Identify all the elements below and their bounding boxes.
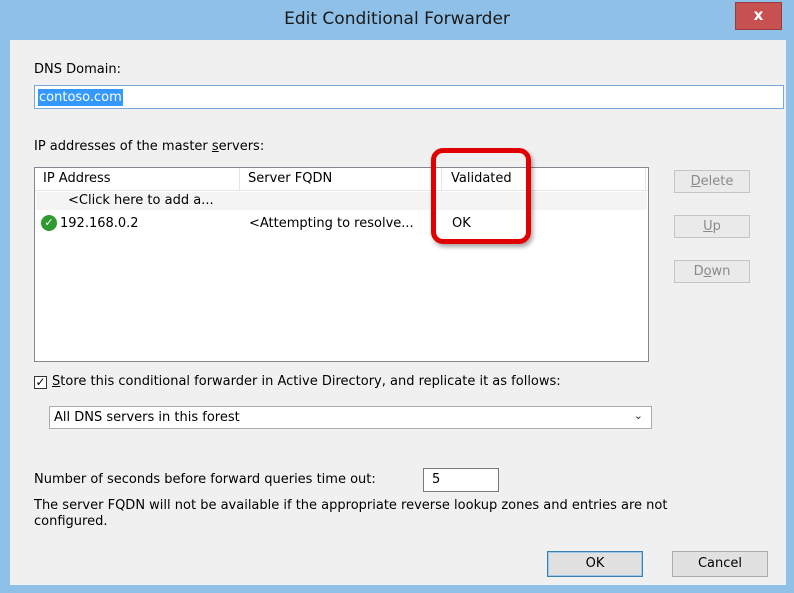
master-servers-label: IP addresses of the master servers: bbox=[34, 139, 265, 154]
chevron-down-icon[interactable]: ⌄ bbox=[634, 409, 643, 422]
column-divider[interactable] bbox=[645, 168, 646, 190]
check-circle-icon: ✓ bbox=[41, 215, 57, 231]
dns-domain-value: contoso.com bbox=[38, 89, 123, 106]
down-button[interactable]: Down bbox=[674, 260, 750, 283]
up-button[interactable]: Up bbox=[674, 215, 750, 238]
close-button[interactable]: x bbox=[735, 2, 782, 30]
timeout-input[interactable]: 5 bbox=[423, 468, 499, 492]
add-row-label: <Click here to add a... bbox=[68, 193, 214, 208]
column-header-ip-address[interactable]: IP Address bbox=[43, 171, 111, 186]
add-row-placeholder[interactable]: <Click here to add a... bbox=[36, 192, 647, 210]
store-in-ad-label[interactable]: Store this conditional forwarder in Acti… bbox=[52, 374, 561, 389]
dns-domain-input[interactable]: contoso.com bbox=[34, 85, 784, 109]
master-servers-list[interactable]: IP Address Server FQDN Validated <Click … bbox=[34, 167, 649, 362]
cancel-button[interactable]: Cancel bbox=[672, 551, 768, 577]
list-header: IP Address Server FQDN Validated bbox=[35, 168, 648, 191]
dialog-window: Edit Conditional Forwarder x DNS Domain:… bbox=[0, 0, 794, 593]
store-in-ad-checkbox[interactable]: ✓ bbox=[34, 376, 47, 389]
fqdn-note-line2: configured. bbox=[34, 514, 108, 529]
dialog-content: DNS Domain: contoso.com IP addresses of … bbox=[10, 40, 786, 585]
fqdn-note-line1: The server FQDN will not be available if… bbox=[34, 498, 668, 513]
row-server-fqdn: <Attempting to resolve... bbox=[249, 216, 414, 231]
title-bar[interactable]: Edit Conditional Forwarder x bbox=[0, 0, 794, 40]
validated-column-highlight bbox=[431, 148, 531, 244]
dns-domain-label: DNS Domain: bbox=[34, 62, 121, 77]
timeout-label: Number of seconds before forward queries… bbox=[34, 472, 376, 487]
delete-button[interactable]: Delete bbox=[674, 170, 750, 193]
column-header-server-fqdn[interactable]: Server FQDN bbox=[248, 171, 332, 186]
replication-scope-dropdown[interactable]: All DNS servers in this forest ⌄ bbox=[49, 406, 652, 429]
replication-scope-value: All DNS servers in this forest bbox=[54, 410, 240, 425]
row-ip-address: 192.168.0.2 bbox=[60, 216, 139, 231]
window-title: Edit Conditional Forwarder bbox=[284, 9, 510, 29]
column-divider[interactable] bbox=[239, 168, 240, 190]
ok-button[interactable]: OK bbox=[547, 551, 643, 577]
timeout-value: 5 bbox=[432, 472, 441, 487]
